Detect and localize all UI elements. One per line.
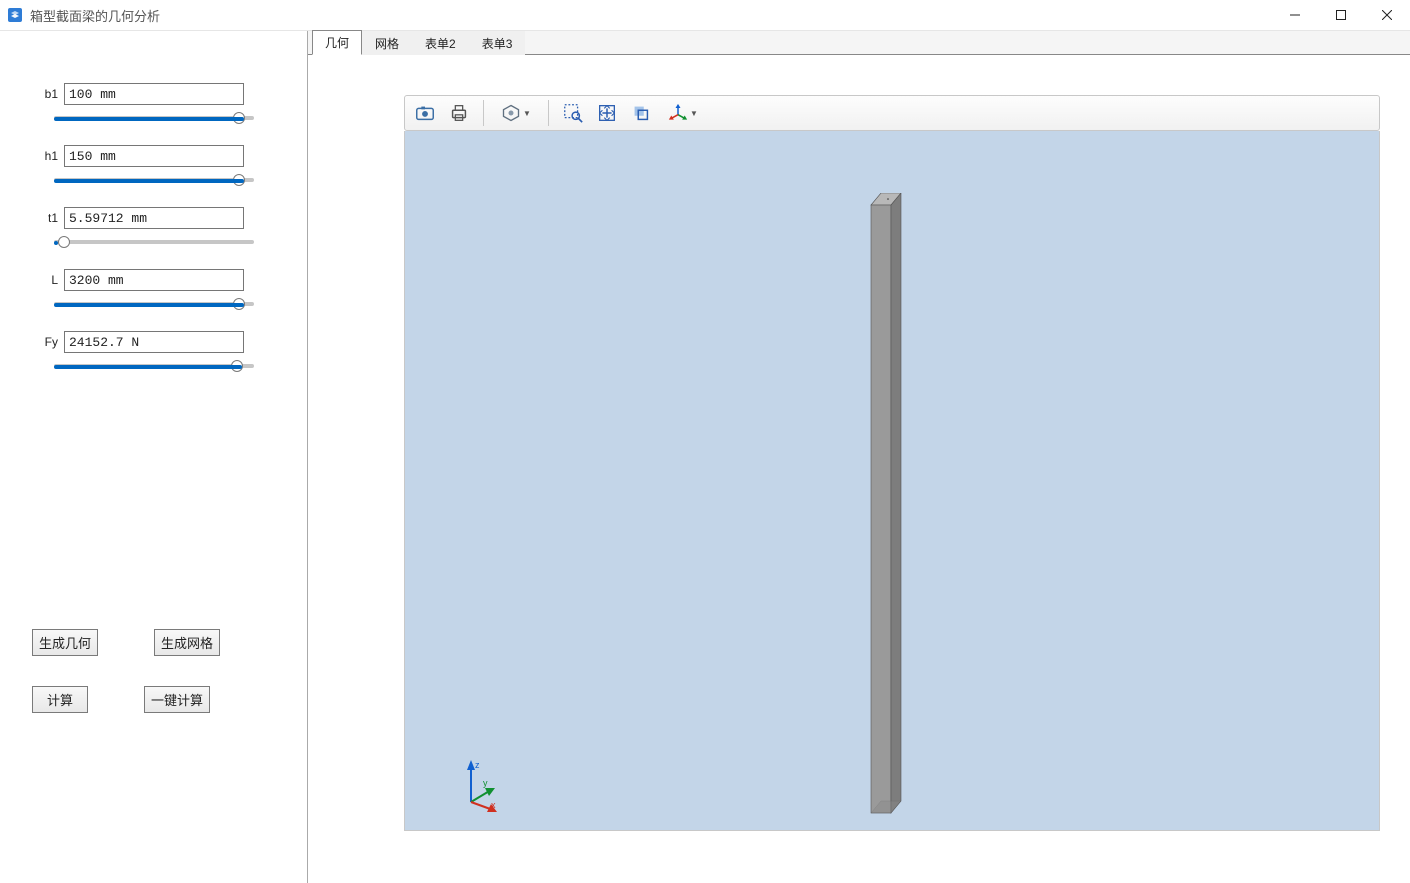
input-t1[interactable] <box>64 207 244 229</box>
input-h1[interactable] <box>64 145 244 167</box>
print-icon[interactable] <box>443 98 475 128</box>
window-title: 箱型截面梁的几何分析 <box>30 6 160 25</box>
slider-L[interactable] <box>54 302 254 306</box>
viewport-toolbar: ▼ ▼ <box>404 95 1380 131</box>
3d-viewport[interactable]: z y x <box>404 131 1380 831</box>
input-b1[interactable] <box>64 83 244 105</box>
beam-geometry <box>866 193 906 823</box>
tab-form3[interactable]: 表单3 <box>469 31 526 55</box>
label-b1: b1 <box>30 87 64 101</box>
compute-button[interactable]: 计算 <box>32 686 88 713</box>
window-controls <box>1272 0 1410 31</box>
input-L[interactable] <box>64 269 244 291</box>
one-click-compute-button[interactable]: 一键计算 <box>144 686 210 713</box>
maximize-button[interactable] <box>1318 0 1364 31</box>
minimize-button[interactable] <box>1272 0 1318 31</box>
svg-text:z: z <box>475 760 480 770</box>
tab-geometry[interactable]: 几何 <box>312 30 362 55</box>
slider-t1[interactable] <box>54 240 254 244</box>
svg-text:x: x <box>491 800 496 810</box>
content-area: 几何 网格 表单2 表单3 ▼ <box>308 31 1410 883</box>
camera-icon[interactable] <box>409 98 441 128</box>
input-Fy[interactable] <box>64 331 244 353</box>
close-button[interactable] <box>1364 0 1410 31</box>
coordinate-triad: z y x <box>457 758 501 814</box>
zoom-box-icon[interactable] <box>557 98 589 128</box>
zoom-extents-icon[interactable] <box>591 98 623 128</box>
label-h1: h1 <box>30 149 64 163</box>
parameter-panel: b1 h1 t1 L <box>0 31 308 883</box>
titlebar: 箱型截面梁的几何分析 <box>0 0 1410 31</box>
slider-b1[interactable] <box>54 116 254 120</box>
label-t1: t1 <box>30 211 64 225</box>
label-Fy: Fy <box>30 335 64 349</box>
generate-mesh-button[interactable]: 生成网格 <box>154 629 220 656</box>
label-L: L <box>30 273 64 287</box>
svg-text:y: y <box>483 778 488 788</box>
generate-geometry-button[interactable]: 生成几何 <box>32 629 98 656</box>
slider-h1[interactable] <box>54 178 254 182</box>
tab-form2[interactable]: 表单2 <box>412 31 469 55</box>
app-icon <box>6 6 24 24</box>
slider-Fy[interactable] <box>54 364 254 368</box>
render-mode-dropdown[interactable]: ▼ <box>492 98 540 128</box>
tab-bar: 几何 网格 表单2 表单3 <box>308 31 1410 55</box>
tab-mesh[interactable]: 网格 <box>362 31 412 55</box>
axes-toggle-dropdown[interactable]: ▼ <box>659 98 707 128</box>
transparency-icon[interactable] <box>625 98 657 128</box>
